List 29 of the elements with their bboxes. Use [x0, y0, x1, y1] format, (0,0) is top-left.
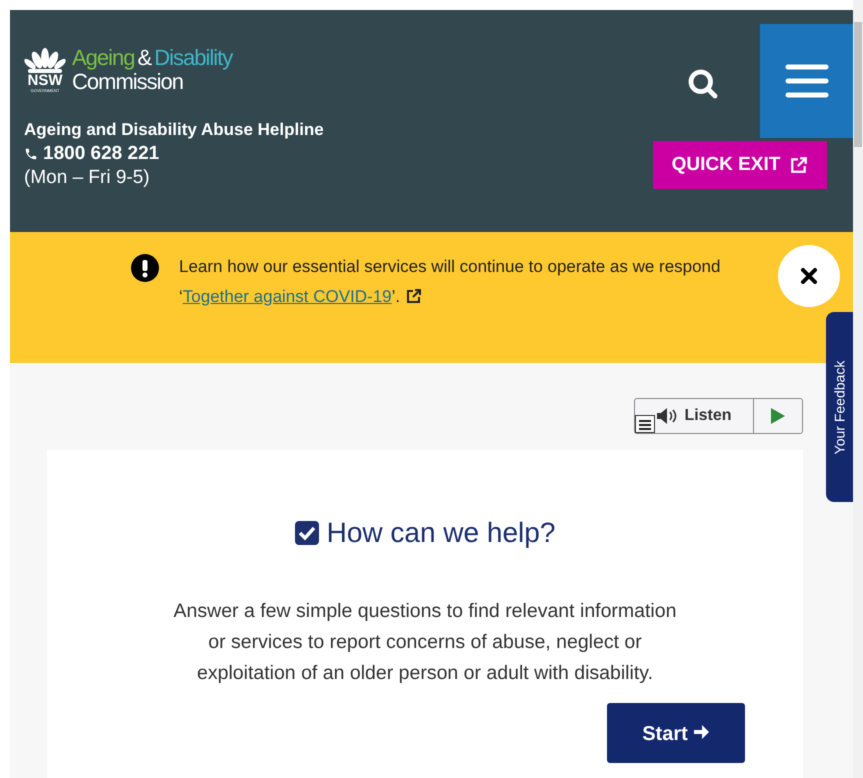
play-icon [771, 408, 785, 424]
feedback-tab[interactable]: Your Feedback [826, 312, 853, 502]
speaker-icon [656, 407, 678, 425]
exclamation-icon [131, 254, 159, 282]
arrow-right-icon [692, 723, 710, 741]
menu-button[interactable] [760, 24, 853, 138]
checkbox-icon [294, 521, 319, 545]
brand-subtitle: Commission [72, 70, 184, 94]
flower-logo-icon [24, 47, 66, 73]
covid-link[interactable]: Together against COVID-19 [182, 287, 392, 306]
helpline-phone: 1800 628 221 [43, 142, 160, 166]
helpline-hours: (Mon – Fri 9-5) [24, 166, 151, 190]
listen-button[interactable]: Listen [635, 399, 754, 433]
phone-icon [24, 147, 38, 161]
menu-icon [784, 63, 828, 99]
scrollbar[interactable] [853, 0, 863, 778]
helpline-title: Ageing and Disability Abuse Helpline [24, 119, 325, 141]
card-title: How can we help? [326, 516, 556, 550]
ampersand-text: & [138, 46, 152, 70]
external-link-icon [406, 288, 422, 304]
alert-message: Learn how our essential services will continue to operate as we respond ‘Together against COVID-19’. [179, 256, 722, 308]
external-link-icon [790, 156, 808, 174]
card-description: Answer a few simple questions to find relevant information or services to report concerns of abuse, neglect or exploitation of an older person or adult with disability. [172, 599, 678, 686]
brand-word: Disability [154, 46, 232, 70]
nsw-text: NSW [28, 73, 62, 88]
close-icon [800, 267, 818, 285]
brand-word: Ageing [72, 46, 135, 70]
start-button[interactable]: Start [607, 703, 745, 763]
quick-exit-button[interactable]: QUICK EXIT [653, 141, 827, 189]
